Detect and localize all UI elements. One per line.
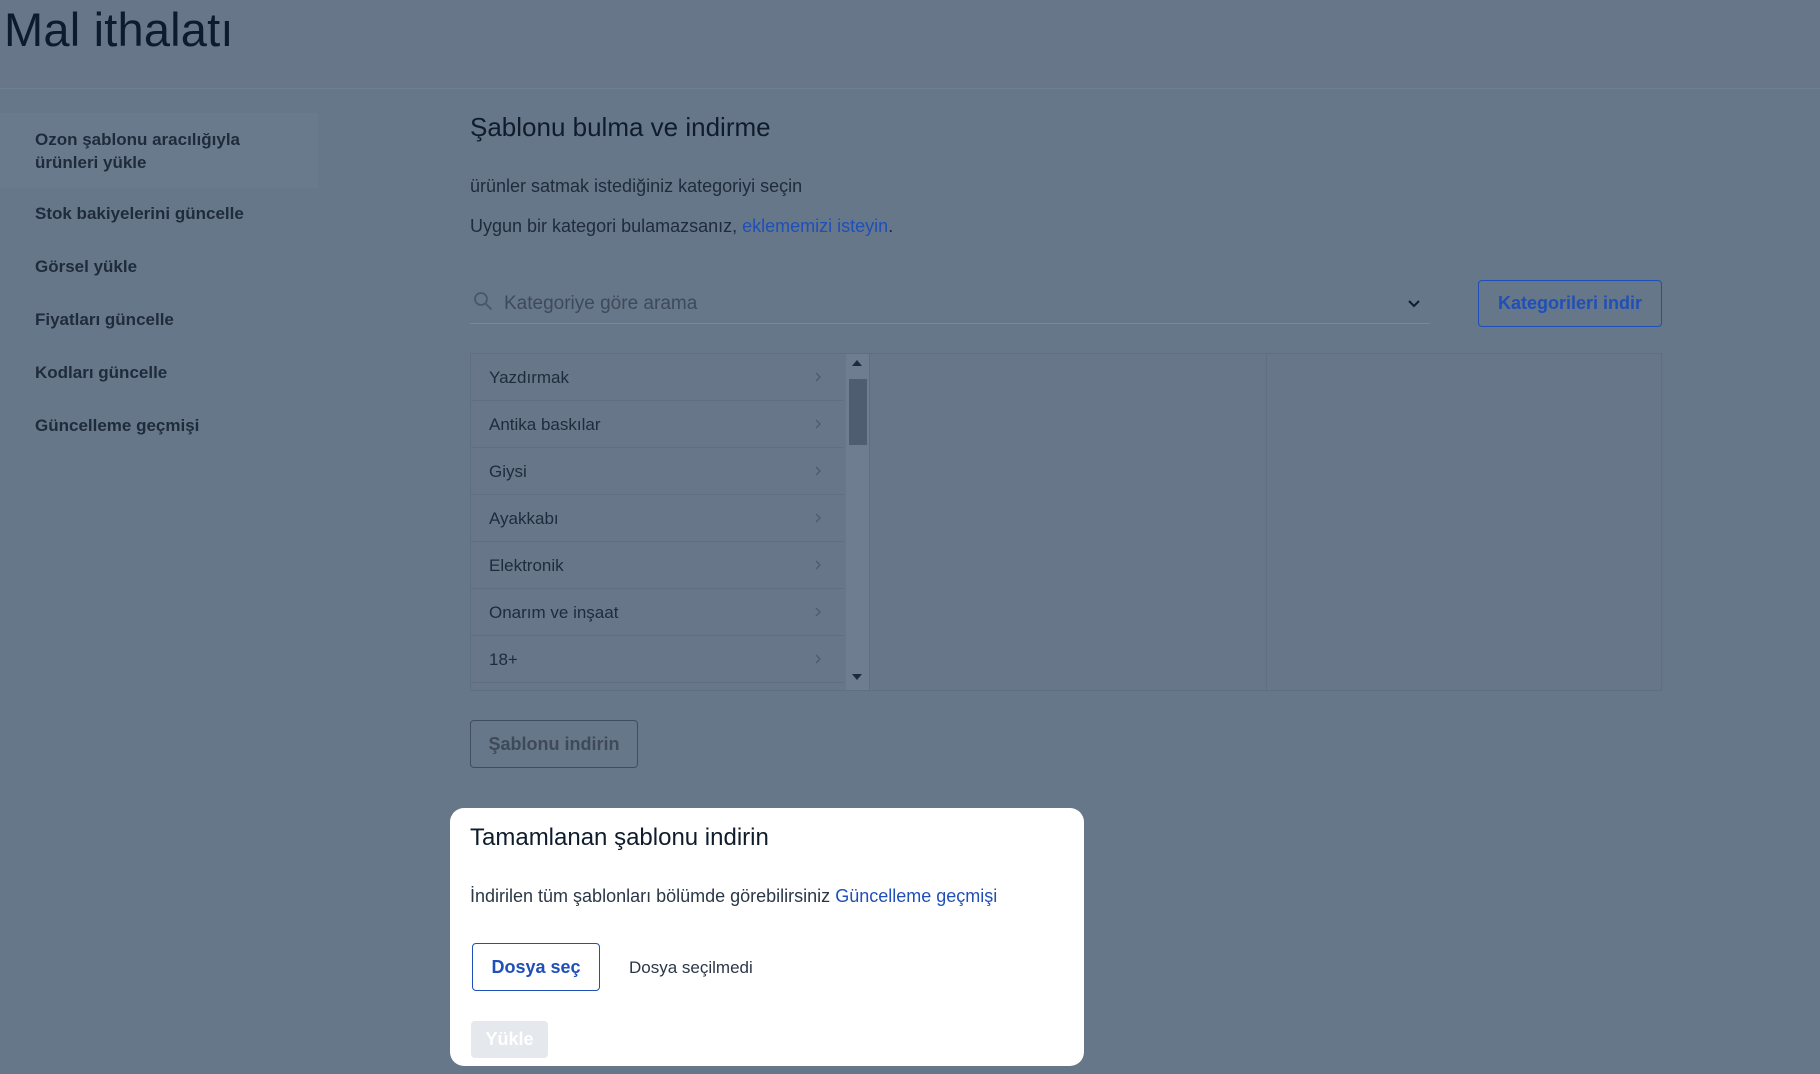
update-history-link[interactable]: Güncelleme geçmişi bbox=[835, 886, 997, 906]
category-column-3 bbox=[1266, 354, 1661, 690]
chevron-right-icon bbox=[815, 419, 821, 429]
upload-template-dialog: Tamamlanan şablonu indirin İndirilen tüm… bbox=[450, 808, 1084, 1066]
chevron-right-icon bbox=[815, 372, 821, 382]
category-row[interactable]: Elektronik bbox=[471, 542, 844, 589]
category-search[interactable] bbox=[470, 287, 1430, 324]
category-label: Antika baskılar bbox=[489, 415, 601, 434]
missing-category-hint: Uygun bir kategori bulamazsanız, eklemem… bbox=[470, 216, 893, 237]
download-template-button[interactable]: Şablonu indirin bbox=[470, 720, 638, 768]
sidebar-item-update-history[interactable]: Güncelleme geçmişi bbox=[0, 414, 318, 437]
file-status: Dosya seçilmedi bbox=[629, 958, 753, 977]
category-browser: Yazdırmak Antika baskılar Giysi Ayakkabı… bbox=[470, 353, 1662, 691]
sidebar-item-upload-images[interactable]: Görsel yükle bbox=[0, 255, 318, 278]
scroll-down-arrow[interactable] bbox=[852, 674, 862, 680]
header-band bbox=[0, 0, 1820, 89]
category-label: 18+ bbox=[489, 650, 518, 669]
sidebar-item-upload-products[interactable]: Ozon şablonu aracılığıyla ürünleri yükle bbox=[0, 113, 318, 188]
scroll-up-arrow[interactable] bbox=[852, 360, 862, 366]
missing-category-text: Uygun bir kategori bulamazsanız, bbox=[470, 216, 743, 236]
category-row[interactable]: Yazdırmak bbox=[471, 354, 844, 401]
category-column-1: Yazdırmak Antika baskılar Giysi Ayakkabı… bbox=[471, 354, 870, 690]
select-category-hint: ürünler satmak istediğiniz kategoriyi se… bbox=[470, 176, 803, 196]
page-title: Mal ithalatı bbox=[4, 3, 234, 56]
choose-file-button[interactable]: Dosya seç bbox=[472, 943, 600, 991]
category-row[interactable]: Giysi bbox=[471, 448, 844, 495]
dialog-description: İndirilen tüm şablonları bölümde görebil… bbox=[470, 886, 997, 907]
chevron-right-icon bbox=[815, 466, 821, 476]
search-icon bbox=[474, 292, 492, 310]
request-category-link[interactable]: eklememizi isteyin bbox=[742, 216, 888, 236]
upload-button[interactable]: Yükle bbox=[471, 1021, 548, 1058]
chevron-right-icon bbox=[815, 654, 821, 664]
chevron-down-icon[interactable] bbox=[1406, 295, 1422, 311]
category-row[interactable]: Ayakkabı bbox=[471, 495, 844, 542]
category-label: Giysi bbox=[489, 462, 527, 481]
category-column-2 bbox=[869, 354, 1267, 690]
sidebar-item-update-codes[interactable]: Kodları güncelle bbox=[0, 361, 318, 384]
chevron-right-icon bbox=[815, 560, 821, 570]
category-scrollbar[interactable] bbox=[846, 354, 869, 690]
chevron-right-icon bbox=[815, 607, 821, 617]
scroll-thumb[interactable] bbox=[849, 379, 867, 445]
category-label: Onarım ve inşaat bbox=[489, 603, 619, 622]
missing-category-suffix: . bbox=[888, 216, 894, 236]
category-label: Ayakkabı bbox=[489, 509, 559, 528]
sidebar-item-update-stock[interactable]: Stok bakiyelerini güncelle bbox=[0, 202, 318, 225]
category-row[interactable]: Antika baskılar bbox=[471, 401, 844, 448]
dialog-description-text: İndirilen tüm şablonları bölümde görebil… bbox=[470, 886, 836, 906]
chevron-right-icon bbox=[815, 513, 821, 523]
download-categories-button[interactable]: Kategorileri indir bbox=[1478, 280, 1662, 327]
category-row[interactable]: Onarım ve inşaat bbox=[471, 589, 844, 636]
sidebar: Ozon şablonu aracılığıyla ürünleri yükle… bbox=[0, 113, 318, 467]
category-row[interactable]: 18+ bbox=[471, 636, 844, 683]
section-title: Şablonu bulma ve indirme bbox=[470, 112, 771, 142]
dialog-title: Tamamlanan şablonu indirin bbox=[470, 824, 769, 851]
search-input[interactable] bbox=[502, 287, 1386, 321]
sidebar-item-update-prices[interactable]: Fiyatları güncelle bbox=[0, 308, 318, 331]
category-label: Yazdırmak bbox=[489, 368, 569, 387]
category-label: Elektronik bbox=[489, 556, 564, 575]
